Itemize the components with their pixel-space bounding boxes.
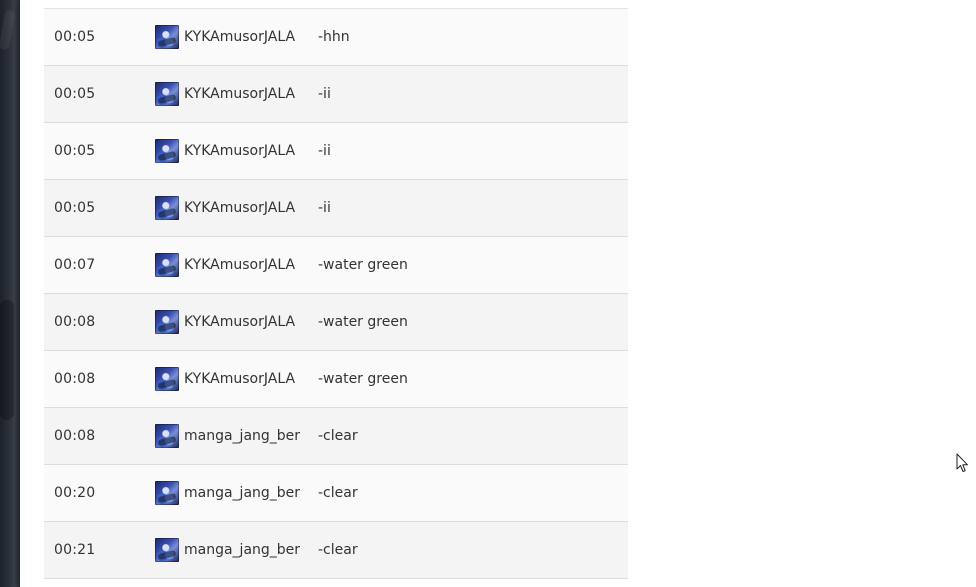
hero-portrait-icon xyxy=(155,367,179,391)
chat-row: 00:05 KYKAmusorJALA -ii xyxy=(44,123,628,180)
hero-portrait-icon xyxy=(155,196,179,220)
hero-portrait-icon xyxy=(155,139,179,163)
chat-time: 00:05 xyxy=(54,86,96,102)
chat-player[interactable]: KYKAmusorJALA xyxy=(155,82,295,106)
player-name[interactable]: KYKAmusorJALA xyxy=(184,143,295,159)
chat-message: -clear xyxy=(318,485,358,501)
chat-row: 00:05 KYKAmusorJALA -ii xyxy=(44,180,628,237)
chat-row: 00:08 KYKAmusorJALA -water green xyxy=(44,294,628,351)
player-name[interactable]: KYKAmusorJALA xyxy=(184,200,295,216)
chat-player[interactable]: KYKAmusorJALA xyxy=(155,196,295,220)
player-name[interactable]: KYKAmusorJALA xyxy=(184,29,295,45)
hero-portrait-icon xyxy=(155,538,179,562)
chat-row: 00:08 manga_jang_ber -clear xyxy=(44,408,628,465)
chat-player[interactable]: KYKAmusorJALA xyxy=(155,367,295,391)
chat-row: 00:07 KYKAmusorJALA -water green xyxy=(44,237,628,294)
chat-player[interactable]: manga_jang_ber xyxy=(155,481,300,505)
chat-player[interactable]: manga_jang_ber xyxy=(155,424,300,448)
chat-time: 00:05 xyxy=(54,200,96,216)
chat-time: 00:08 xyxy=(54,371,96,387)
chat-time: 00:05 xyxy=(54,29,96,45)
chat-message: -clear xyxy=(318,542,358,558)
player-name[interactable]: KYKAmusorJALA xyxy=(184,257,295,273)
chat-player[interactable]: manga_jang_ber xyxy=(155,538,300,562)
hero-portrait-icon xyxy=(155,253,179,277)
chat-time: 00:20 xyxy=(54,485,96,501)
chat-row: 00:05 KYKAmusorJALA -ii xyxy=(44,66,628,123)
chat-message: -ii xyxy=(318,143,331,159)
chat-player[interactable]: KYKAmusorJALA xyxy=(155,139,295,163)
chat-time: 00:08 xyxy=(54,314,96,330)
background-artwork xyxy=(0,0,20,587)
chat-row: 00:20 manga_jang_ber -clear xyxy=(44,465,628,522)
player-name[interactable]: manga_jang_ber xyxy=(184,542,300,558)
hero-portrait-icon xyxy=(155,82,179,106)
hero-portrait-icon xyxy=(155,25,179,49)
chat-message: -water green xyxy=(318,257,408,273)
chat-time: 00:21 xyxy=(54,542,96,558)
chat-player[interactable]: KYKAmusorJALA xyxy=(155,310,295,334)
player-name[interactable]: KYKAmusorJALA xyxy=(184,86,295,102)
page: 00:05 KYKAmusorJALA -hhn 00:05 KYKAmusorJALA… xyxy=(0,0,976,587)
chat-time: 00:05 xyxy=(54,143,96,159)
chat-message: -ii xyxy=(318,86,331,102)
hero-portrait-icon xyxy=(155,310,179,334)
chat-player[interactable]: KYKAmusorJALA xyxy=(155,253,295,277)
player-name[interactable]: manga_jang_ber xyxy=(184,485,300,501)
mouse-pointer-icon xyxy=(956,453,968,472)
chat-message: -ii xyxy=(318,200,331,216)
chat-time: 00:07 xyxy=(54,257,96,273)
player-name[interactable]: KYKAmusorJALA xyxy=(184,371,295,387)
chat-message: -water green xyxy=(318,371,408,387)
chat-row: 00:05 KYKAmusorJALA -hhn xyxy=(44,9,628,66)
player-name[interactable]: KYKAmusorJALA xyxy=(184,314,295,330)
hero-portrait-icon xyxy=(155,424,179,448)
chat-time: 00:08 xyxy=(54,428,96,444)
chat-row: 00:08 KYKAmusorJALA -water green xyxy=(44,351,628,408)
chat-message: -clear xyxy=(318,428,358,444)
chat-message: -hhn xyxy=(318,29,350,45)
chat-player[interactable]: KYKAmusorJALA xyxy=(155,25,295,49)
player-name[interactable]: manga_jang_ber xyxy=(184,428,300,444)
hero-portrait-icon xyxy=(155,481,179,505)
chat-row: 00:21 manga_jang_ber -clear xyxy=(44,522,628,579)
chat-log-table: 00:05 KYKAmusorJALA -hhn 00:05 KYKAmusorJALA… xyxy=(44,8,628,579)
chat-message: -water green xyxy=(318,314,408,330)
